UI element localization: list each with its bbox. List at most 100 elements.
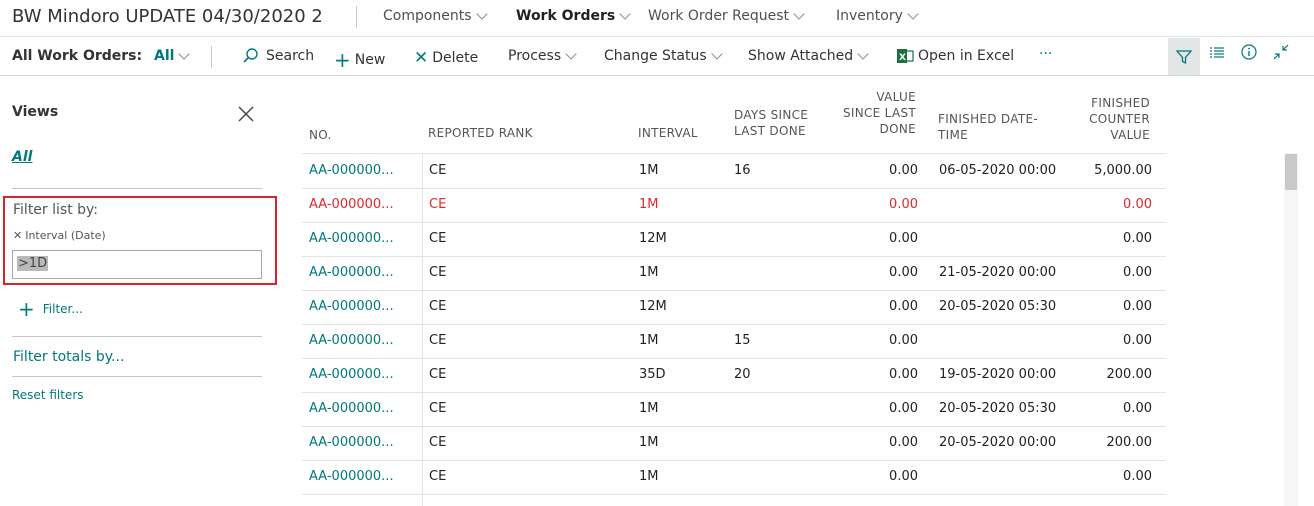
cell-no[interactable]: AA-000000... xyxy=(309,469,394,484)
views-title: Views xyxy=(12,104,59,120)
cell-value-since-last-done: 0.00 xyxy=(889,265,918,280)
process-menu[interactable]: Process xyxy=(508,48,577,64)
view-selector[interactable]: All xyxy=(154,48,191,64)
delete-x-icon: ✕ xyxy=(414,48,429,68)
header-line: DAYS SINCE xyxy=(734,108,809,122)
column-header-value-since-last-done[interactable]: VALUE SINCE LAST DONE xyxy=(826,89,916,137)
cell-no[interactable]: AA-000000... xyxy=(309,265,394,280)
column-header-finished-date-time[interactable]: FINISHED DATE- TIME xyxy=(938,111,1038,143)
nav-inventory[interactable]: Inventory xyxy=(836,8,919,24)
cell-reported-rank: CE xyxy=(429,367,447,382)
cell-no[interactable]: AA-000000... xyxy=(309,367,394,382)
cell-value-since-last-done: 0.00 xyxy=(889,401,918,416)
chevron-down-icon xyxy=(178,48,191,60)
cell-reported-rank: CE xyxy=(429,469,447,484)
cell-finished-counter-value: 0.00 xyxy=(1123,299,1152,314)
add-filter-label: Filter... xyxy=(42,302,83,316)
info-button[interactable] xyxy=(1241,44,1257,64)
cell-days-since-last-done: 20 xyxy=(734,367,751,382)
nav-work-order-request[interactable]: Work Order Request xyxy=(648,8,805,24)
list-view-button[interactable] xyxy=(1209,44,1225,64)
search-button[interactable]: Search xyxy=(242,48,314,64)
reset-filters-link[interactable]: Reset filters xyxy=(12,388,84,402)
column-header-finished-counter-value[interactable]: FINISHED COUNTER VALUE xyxy=(1060,95,1150,143)
change-status-label: Change Status xyxy=(604,48,707,64)
cell-no[interactable]: AA-000000... xyxy=(309,197,394,212)
cell-finished-date-time: 20-05-2020 00:00 xyxy=(939,435,1057,450)
svg-text:X: X xyxy=(899,53,906,63)
plus-icon: + xyxy=(18,297,35,321)
cell-reported-rank: CE xyxy=(429,333,447,348)
nav-components[interactable]: Components xyxy=(383,8,488,24)
chevron-down-icon xyxy=(475,8,488,20)
cell-days-since-last-done: 15 xyxy=(734,333,751,348)
open-in-excel-label: Open in Excel xyxy=(918,48,1015,64)
filter-field: ✕ Interval (Date) xyxy=(13,229,106,242)
new-label: New xyxy=(354,52,386,68)
header-line: FINISHED DATE- xyxy=(938,112,1038,126)
cell-interval: 12M xyxy=(639,299,667,314)
nav-label: Work Order Request xyxy=(648,8,790,24)
cell-finished-counter-value: 5,000.00 xyxy=(1094,163,1152,178)
cell-interval: 1M xyxy=(639,265,659,280)
column-header-days-since-last-done[interactable]: DAYS SINCE LAST DONE xyxy=(734,107,808,139)
cell-finished-counter-value: 200.00 xyxy=(1106,367,1153,382)
scrollbar-thumb[interactable] xyxy=(1285,154,1297,190)
show-attached-menu[interactable]: Show Attached xyxy=(748,48,869,64)
excel-icon: X xyxy=(897,49,914,63)
nav-work-orders[interactable]: Work Orders xyxy=(516,8,631,24)
delete-button[interactable]: ✕ Delete xyxy=(414,48,478,68)
header-line: VALUE xyxy=(876,90,916,104)
cell-no[interactable]: AA-000000... xyxy=(309,401,394,416)
column-header-reported-rank[interactable]: REPORTED RANK xyxy=(428,125,533,141)
cell-no[interactable]: AA-000000... xyxy=(309,299,394,314)
nav-label: Inventory xyxy=(836,8,903,24)
change-status-menu[interactable]: Change Status xyxy=(604,48,723,64)
cell-no[interactable]: AA-000000... xyxy=(309,333,394,348)
add-filter-button[interactable]: + Filter... xyxy=(18,297,83,321)
cell-value-since-last-done: 0.00 xyxy=(889,231,918,246)
cell-no[interactable]: AA-000000... xyxy=(309,231,394,246)
filter-value: >1D xyxy=(17,256,49,271)
chevron-down-icon xyxy=(857,48,869,60)
chevron-down-icon xyxy=(793,8,805,20)
filter-field-label: Interval (Date) xyxy=(25,229,106,242)
company-name: BW Mindoro UPDATE 04/30/2020 2 xyxy=(12,6,323,27)
header-line: TIME xyxy=(938,128,969,142)
new-button[interactable]: + New xyxy=(334,48,385,72)
cell-finished-date-time: 20-05-2020 05:30 xyxy=(939,299,1057,314)
cell-reported-rank: CE xyxy=(429,197,447,212)
column-header-interval[interactable]: INTERVAL xyxy=(638,125,698,141)
filter-value-input[interactable]: >1D xyxy=(12,250,262,279)
filter-totals-link[interactable]: Filter totals by... xyxy=(13,349,124,365)
column-header-no[interactable]: NO. xyxy=(309,127,332,143)
cell-finished-counter-value: 0.00 xyxy=(1123,265,1152,280)
cell-interval: 12M xyxy=(639,231,667,246)
cell-value-since-last-done: 0.00 xyxy=(889,299,918,314)
cell-days-since-last-done: 16 xyxy=(734,163,751,178)
header-line: FINISHED xyxy=(1091,96,1150,110)
view-all-link[interactable]: All xyxy=(12,149,32,165)
cell-no[interactable]: AA-000000... xyxy=(309,163,394,178)
nav-label: Work Orders xyxy=(516,8,616,24)
cell-reported-rank: CE xyxy=(429,265,447,280)
cell-value-since-last-done: 0.00 xyxy=(889,435,918,450)
divider xyxy=(12,188,262,189)
cell-interval: 1M xyxy=(639,197,659,212)
scrollbar-track[interactable] xyxy=(1284,153,1298,506)
cell-no[interactable]: AA-000000... xyxy=(309,435,394,450)
cell-finished-date-time: 19-05-2020 00:00 xyxy=(939,367,1057,382)
header-line: COUNTER xyxy=(1089,112,1150,126)
collapse-button[interactable] xyxy=(1273,44,1289,64)
filter-pane-toggle[interactable] xyxy=(1168,38,1200,75)
process-label: Process xyxy=(508,48,562,64)
more-actions-button[interactable]: ··· xyxy=(1039,46,1052,62)
cell-finished-counter-value: 0.00 xyxy=(1123,197,1152,212)
divider xyxy=(356,6,357,28)
info-icon xyxy=(1241,44,1257,60)
open-in-excel-button[interactable]: X Open in Excel xyxy=(897,48,1014,64)
show-attached-label: Show Attached xyxy=(748,48,854,64)
cell-interval: 1M xyxy=(639,401,659,416)
delete-label: Delete xyxy=(432,50,479,66)
remove-filter-icon[interactable]: ✕ xyxy=(13,229,22,242)
